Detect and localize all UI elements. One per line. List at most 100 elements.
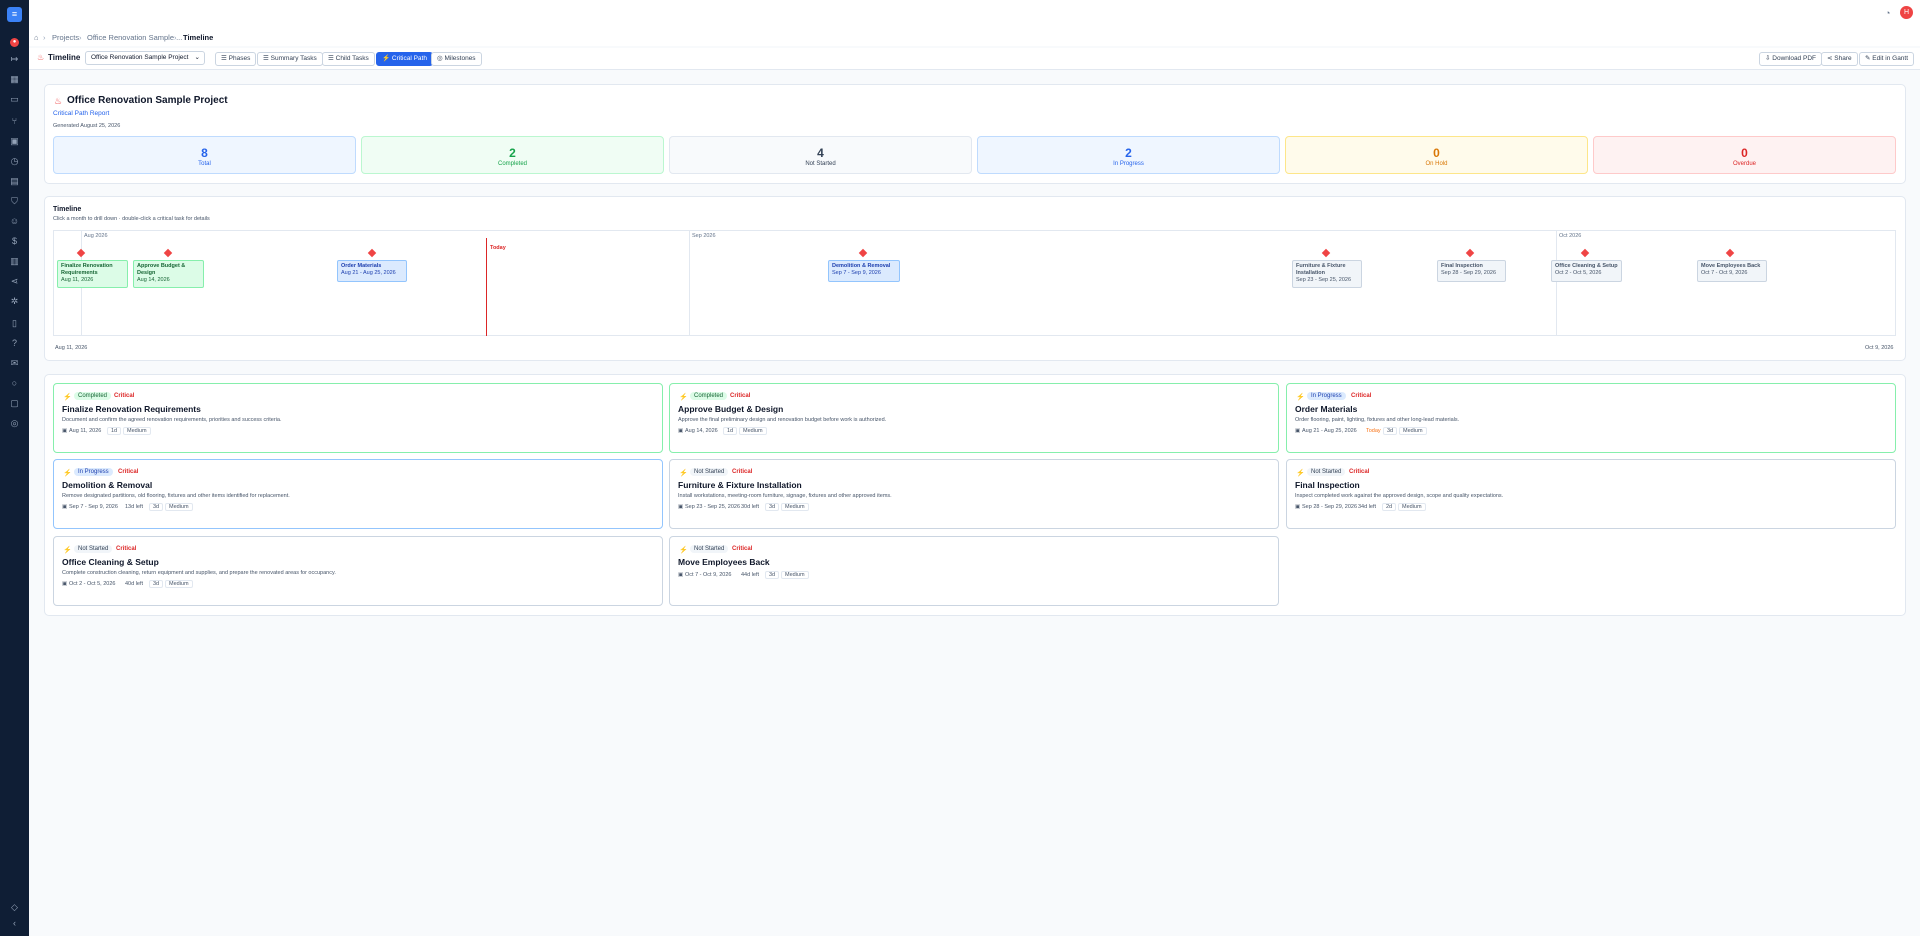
duration-chip: 2d	[1382, 503, 1397, 511]
branch-icon[interactable]: ⑂	[9, 116, 20, 127]
days-left: Today	[1366, 428, 1381, 434]
share-button[interactable]: ⋖ Share	[1821, 52, 1858, 66]
timeline-task[interactable]: Order Materials Aug 21 - Aug 25, 2026	[337, 260, 407, 282]
calendar-icon: ▣	[678, 572, 684, 578]
task-date: Aug 21 - Aug 25, 2026	[1302, 428, 1357, 434]
timeline-start-date: Aug 11, 2026	[55, 345, 88, 351]
priority-chip: Medium	[781, 503, 809, 511]
tab-phases[interactable]: ☰ Phases	[215, 52, 257, 66]
bolt-icon: ⚡	[1296, 394, 1305, 401]
task-title: Furniture & Fixture Installation	[678, 480, 802, 490]
stat-on-hold: 0 On Hold	[1285, 136, 1588, 174]
task-date: Sep 7 - Sep 9, 2026	[69, 504, 118, 510]
timeline-task[interactable]: Approve Budget & Design Aug 14, 2026	[133, 260, 204, 288]
priority-chip: Medium	[165, 503, 193, 511]
breadcrumb-current: Timeline	[183, 33, 214, 42]
status-badge: Completed	[690, 392, 728, 400]
calendar-icon: ▣	[62, 428, 68, 434]
breadcrumb-projects[interactable]: Projects	[52, 33, 79, 42]
collapse-icon[interactable]: ‹	[9, 918, 20, 929]
timeline-task[interactable]: Final Inspection Sep 28 - Sep 29, 2026	[1437, 260, 1506, 282]
task-description: Approve the final preliminary design and…	[678, 417, 887, 423]
timeline-task[interactable]: Demolition & Removal Sep 7 - Sep 9, 2026	[828, 260, 900, 282]
critical-label: Critical	[1349, 469, 1370, 475]
status-badge: In Progress	[74, 468, 113, 476]
tab-child-tasks[interactable]: ☰ Child Tasks	[322, 52, 375, 66]
dashboard-icon[interactable]: ▦	[9, 74, 20, 85]
chart-icon[interactable]: ▥	[9, 256, 20, 267]
sidebar-avatar-icon[interactable]: ●	[10, 38, 19, 47]
critical-label: Critical	[1351, 393, 1372, 399]
task-card[interactable]: ⚡ Completed Critical Finalize Renovation…	[53, 383, 663, 453]
task-card[interactable]: ⚡ Not Started Critical Office Cleaning &…	[53, 536, 663, 606]
generated-date: Generated August 25, 2026	[53, 123, 121, 129]
user-avatar[interactable]: H	[1900, 6, 1913, 19]
days-left: 13d left	[125, 504, 144, 510]
task-card[interactable]: ⚡ Completed Critical Approve Budget & De…	[669, 383, 1279, 453]
calendar-icon[interactable]: ▣	[9, 136, 20, 147]
timeline-chart[interactable]	[53, 230, 1896, 336]
clipboard-icon[interactable]: ▤	[9, 176, 20, 187]
bolt-icon: ⚡	[63, 547, 72, 554]
mail-icon[interactable]: ✉	[9, 358, 20, 369]
dollar-icon[interactable]: $	[9, 236, 20, 247]
download-pdf-button[interactable]: ⇩ Download PDF	[1759, 52, 1822, 66]
timeline-hint: Click a month to drill down · double-cli…	[53, 216, 210, 222]
tab-milestones[interactable]: ◎ Milestones	[431, 52, 482, 66]
document-icon[interactable]: ▢	[9, 398, 20, 409]
timeline-task[interactable]: Move Employees Back Oct 7 - Oct 9, 2026	[1697, 260, 1767, 282]
task-title: Demolition & Removal	[62, 480, 153, 490]
badge-icon[interactable]: ◎	[9, 418, 20, 429]
task-description: Document and confirm the agreed renovati…	[62, 417, 282, 423]
shield-icon[interactable]: ⛉	[9, 196, 20, 207]
tab-summary-tasks[interactable]: ☰ Summary Tasks	[257, 52, 323, 66]
users-icon[interactable]: ☺	[9, 216, 20, 227]
settings-icon[interactable]: ✲	[9, 296, 20, 307]
timeline-title: Timeline	[53, 206, 82, 213]
month-label-sep[interactable]: Sep 2026	[692, 233, 716, 239]
bell-icon[interactable]: ◔	[1885, 8, 1890, 18]
task-card[interactable]: ⚡ Not Started Critical Furniture & Fixtu…	[669, 459, 1279, 529]
task-card[interactable]: ⚡ In Progress Critical Demolition & Remo…	[53, 459, 663, 529]
folder-icon[interactable]: ▭	[9, 94, 20, 105]
status-badge: Not Started	[690, 545, 729, 553]
task-card[interactable]: ⚡ Not Started Critical Move Employees Ba…	[669, 536, 1279, 606]
help-icon[interactable]: ?	[9, 338, 20, 349]
days-left: 44d left	[741, 572, 760, 578]
calendar-icon: ▣	[678, 428, 684, 434]
logout-icon[interactable]: ↦	[9, 54, 20, 65]
edit-in-gantt-button[interactable]: ✎ Edit in Gantt	[1859, 52, 1915, 66]
task-title: Approve Budget & Design	[678, 404, 784, 414]
month-label-oct[interactable]: Oct 2026	[1559, 233, 1581, 239]
task-title: Finalize Renovation Requirements	[62, 404, 201, 414]
clock-icon[interactable]: ◷	[9, 156, 20, 167]
calendar-icon: ▣	[62, 504, 68, 510]
project-select[interactable]: Office Renovation Sample Project ⌄	[85, 51, 205, 65]
timeline-task[interactable]: Furniture & Fixture Installation Sep 23 -…	[1292, 260, 1362, 288]
tab-critical-path[interactable]: ⚡ Critical Path	[376, 52, 433, 66]
share-icon[interactable]: ⋖	[9, 276, 20, 287]
critical-label: Critical	[730, 393, 751, 399]
home-icon[interactable]: ⌂	[34, 33, 39, 42]
month-label-aug[interactable]: Aug 2026	[84, 233, 108, 239]
today-line	[486, 238, 487, 336]
bolt-icon: ⚡	[679, 547, 688, 554]
timeline-task[interactable]: Office Cleaning & Setup Oct 2 - Oct 5, 20…	[1551, 260, 1622, 282]
timeline-task[interactable]: Finalize Renovation Requirements Aug 11, …	[57, 260, 128, 288]
priority-chip: Medium	[781, 571, 809, 579]
bolt-icon: ⚡	[679, 394, 688, 401]
app-logo[interactable]: ≡	[7, 7, 22, 22]
task-date: Aug 11, 2026	[69, 428, 102, 434]
stat-not-started: 4 Not Started	[669, 136, 972, 174]
calendar-icon: ▣	[1295, 504, 1301, 510]
task-card[interactable]: ⚡ In Progress Critical Order Materials O…	[1286, 383, 1896, 453]
circle-icon[interactable]: ○	[9, 378, 20, 389]
theme-icon[interactable]: ◇	[9, 902, 20, 913]
book-icon[interactable]: ▯	[9, 318, 20, 329]
breadcrumb-project[interactable]: Office Renovation Sample ...	[87, 33, 182, 42]
stat-in-progress: 2 In Progress	[977, 136, 1280, 174]
status-badge: Not Started	[74, 545, 113, 553]
task-card[interactable]: ⚡ Not Started Critical Final Inspection …	[1286, 459, 1896, 529]
task-date: Aug 14, 2026	[685, 428, 718, 434]
duration-chip: 3d	[765, 503, 780, 511]
